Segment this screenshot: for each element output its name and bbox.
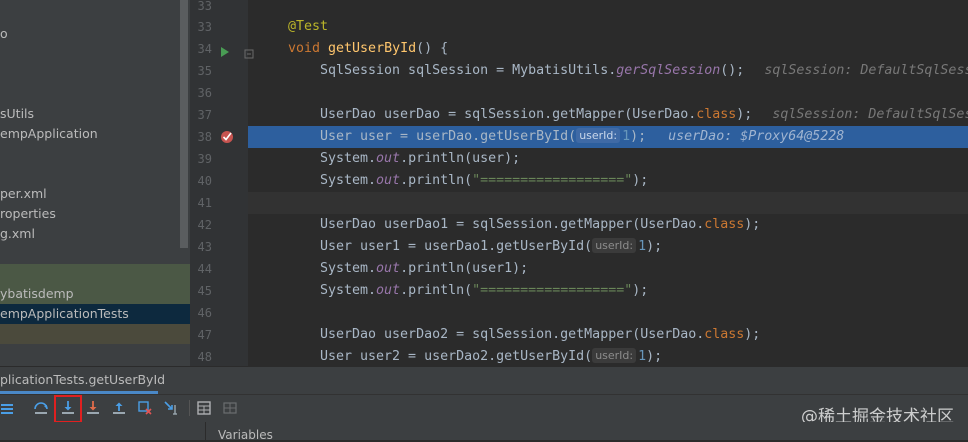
line-number: 46 bbox=[197, 306, 212, 320]
code-line[interactable]: @Test bbox=[248, 16, 968, 38]
code-line[interactable]: System.out.println(user); bbox=[248, 148, 968, 170]
line-number: 42 bbox=[197, 218, 212, 232]
show-frames-icon[interactable] bbox=[0, 397, 18, 419]
code-line[interactable]: void getUserById() { bbox=[248, 38, 968, 60]
tree-item[interactable]: ybatisdemp bbox=[0, 284, 190, 304]
debug-session-tab[interactable]: plicationTests.getUserById bbox=[0, 366, 175, 394]
run-test-icon[interactable] bbox=[220, 43, 230, 57]
force-step-into-icon[interactable] bbox=[82, 397, 104, 419]
inline-debug-value: sqlSession: DefaultSqlSession@... bbox=[764, 63, 968, 78]
line-number: 35 bbox=[197, 64, 212, 78]
code-line[interactable]: UserDao userDao1 = sqlSession.getMapper(… bbox=[248, 214, 968, 236]
code-line[interactable]: UserDao userDao2 = sqlSession.getMapper(… bbox=[248, 324, 968, 346]
line-number: 33 bbox=[197, 20, 212, 34]
line-number: 37 bbox=[197, 108, 212, 122]
code-line[interactable]: SqlSession sqlSession = MybatisUtils.ger… bbox=[248, 60, 968, 82]
drop-frame-icon[interactable] bbox=[134, 397, 156, 419]
tree-item-blank[interactable] bbox=[0, 264, 190, 284]
evaluate-expression-icon[interactable] bbox=[193, 397, 215, 419]
param-hint: userId: bbox=[592, 348, 637, 363]
highlight-annotation bbox=[54, 395, 82, 423]
tree-item-blank[interactable] bbox=[0, 324, 190, 344]
line-number: 44 bbox=[197, 262, 212, 276]
execution-line[interactable]: User user = userDao.getUserById(userId: 1… bbox=[248, 126, 968, 148]
tree-item[interactable]: empApplication bbox=[0, 124, 190, 144]
line-number: 40 bbox=[197, 174, 212, 188]
breakpoint-icon[interactable] bbox=[219, 128, 235, 144]
line-number: 33 bbox=[197, 0, 212, 13]
run-to-cursor-icon[interactable] bbox=[160, 397, 182, 419]
tree-item[interactable]: sUtils bbox=[0, 104, 190, 124]
code-line[interactable]: System.out.println(user1); bbox=[248, 258, 968, 280]
line-number: 43 bbox=[197, 240, 212, 254]
line-number: 41 bbox=[197, 196, 212, 210]
line-number: 39 bbox=[197, 152, 212, 166]
line-number: 38 bbox=[197, 130, 212, 144]
code-line[interactable]: User user2 = userDao2.getUserById(userId… bbox=[248, 346, 968, 368]
step-over-icon[interactable] bbox=[30, 397, 52, 419]
code-line[interactable]: User user1 = userDao1.getUserById(userId… bbox=[248, 236, 968, 258]
line-number: 34 bbox=[197, 42, 212, 56]
panel-divider[interactable] bbox=[205, 422, 206, 440]
code-line[interactable]: UserDao userDao = sqlSession.getMapper(U… bbox=[248, 104, 968, 126]
tree-scrollbar[interactable] bbox=[180, 0, 188, 248]
tree-item[interactable]: o bbox=[0, 24, 190, 44]
param-hint: userId: bbox=[576, 128, 621, 143]
tree-item[interactable]: roperties bbox=[0, 204, 190, 224]
tree-item-selected[interactable]: empApplicationTests bbox=[0, 304, 190, 324]
line-number: 45 bbox=[197, 284, 212, 298]
line-number: 47 bbox=[197, 328, 212, 342]
toolbar-separator bbox=[189, 400, 190, 416]
line-number: 36 bbox=[197, 86, 212, 100]
code-line[interactable]: System.out.println("==================")… bbox=[248, 170, 968, 192]
param-hint: userId: bbox=[592, 238, 637, 253]
variables-panel-header bbox=[0, 422, 968, 440]
inline-debug-value: userDao: $Proxy64@5228 bbox=[668, 129, 845, 144]
inline-debug-value: sqlSession: DefaultSqlSession@... bbox=[772, 107, 968, 122]
tree-item[interactable]: per.xml bbox=[0, 184, 190, 204]
code-line[interactable]: System.out.println("==================")… bbox=[248, 280, 968, 302]
line-number: 48 bbox=[197, 350, 212, 364]
step-out-icon[interactable] bbox=[108, 397, 130, 419]
caret-line[interactable] bbox=[248, 192, 968, 214]
trace-stream-icon[interactable] bbox=[219, 397, 241, 419]
tree-item[interactable]: g.xml bbox=[0, 224, 190, 244]
